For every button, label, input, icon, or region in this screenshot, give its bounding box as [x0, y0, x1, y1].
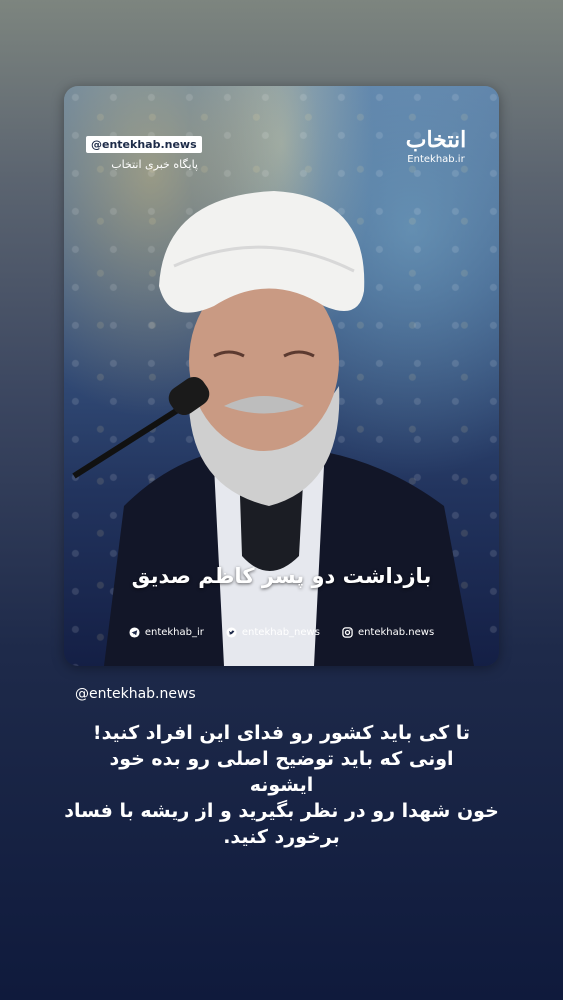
- twitter-icon: [226, 627, 237, 638]
- social-twitter-label: entekhab_news: [241, 627, 320, 638]
- social-handles: entekhab_ir entekhab_news entekhab.news: [64, 627, 499, 638]
- caption-line: برخورد کنید.: [223, 826, 340, 848]
- social-telegram-label: entekhab_ir: [144, 627, 204, 638]
- caption-line: اونی که باید توضیح اصلی رو بده خود: [109, 748, 454, 770]
- handle-badge: @entekhab.news: [86, 136, 202, 153]
- caption-line: تا کی باید کشور رو فدای این افراد کنید!: [92, 722, 471, 744]
- caption-line: خون شهدا رو در نظر بگیرید و از ریشه با ف…: [64, 800, 499, 822]
- social-telegram: entekhab_ir: [129, 627, 204, 638]
- post-handle[interactable]: @entekhab.news: [75, 686, 196, 702]
- entekhab-logo: انتخاب Entekhab.ir: [401, 126, 471, 166]
- news-image-card[interactable]: @entekhab.news پایگاه خبری انتخاب انتخاب…: [64, 86, 499, 666]
- logo-sub: Entekhab.ir: [407, 154, 465, 165]
- logo-mark: انتخاب: [405, 127, 467, 153]
- telegram-icon: [129, 627, 140, 638]
- instagram-icon: [342, 627, 353, 638]
- caption-line: ایشونه: [249, 774, 314, 796]
- social-instagram: entekhab.news: [342, 627, 434, 638]
- news-agency-label: پایگاه خبری انتخاب: [111, 158, 198, 171]
- social-instagram-label: entekhab.news: [357, 627, 435, 638]
- social-twitter: entekhab_news: [226, 627, 320, 638]
- post-caption: تا کی باید کشور رو فدای این افراد کنید! …: [20, 720, 543, 850]
- headline: بازداشت دو پسر کاظم صدیق: [131, 564, 432, 588]
